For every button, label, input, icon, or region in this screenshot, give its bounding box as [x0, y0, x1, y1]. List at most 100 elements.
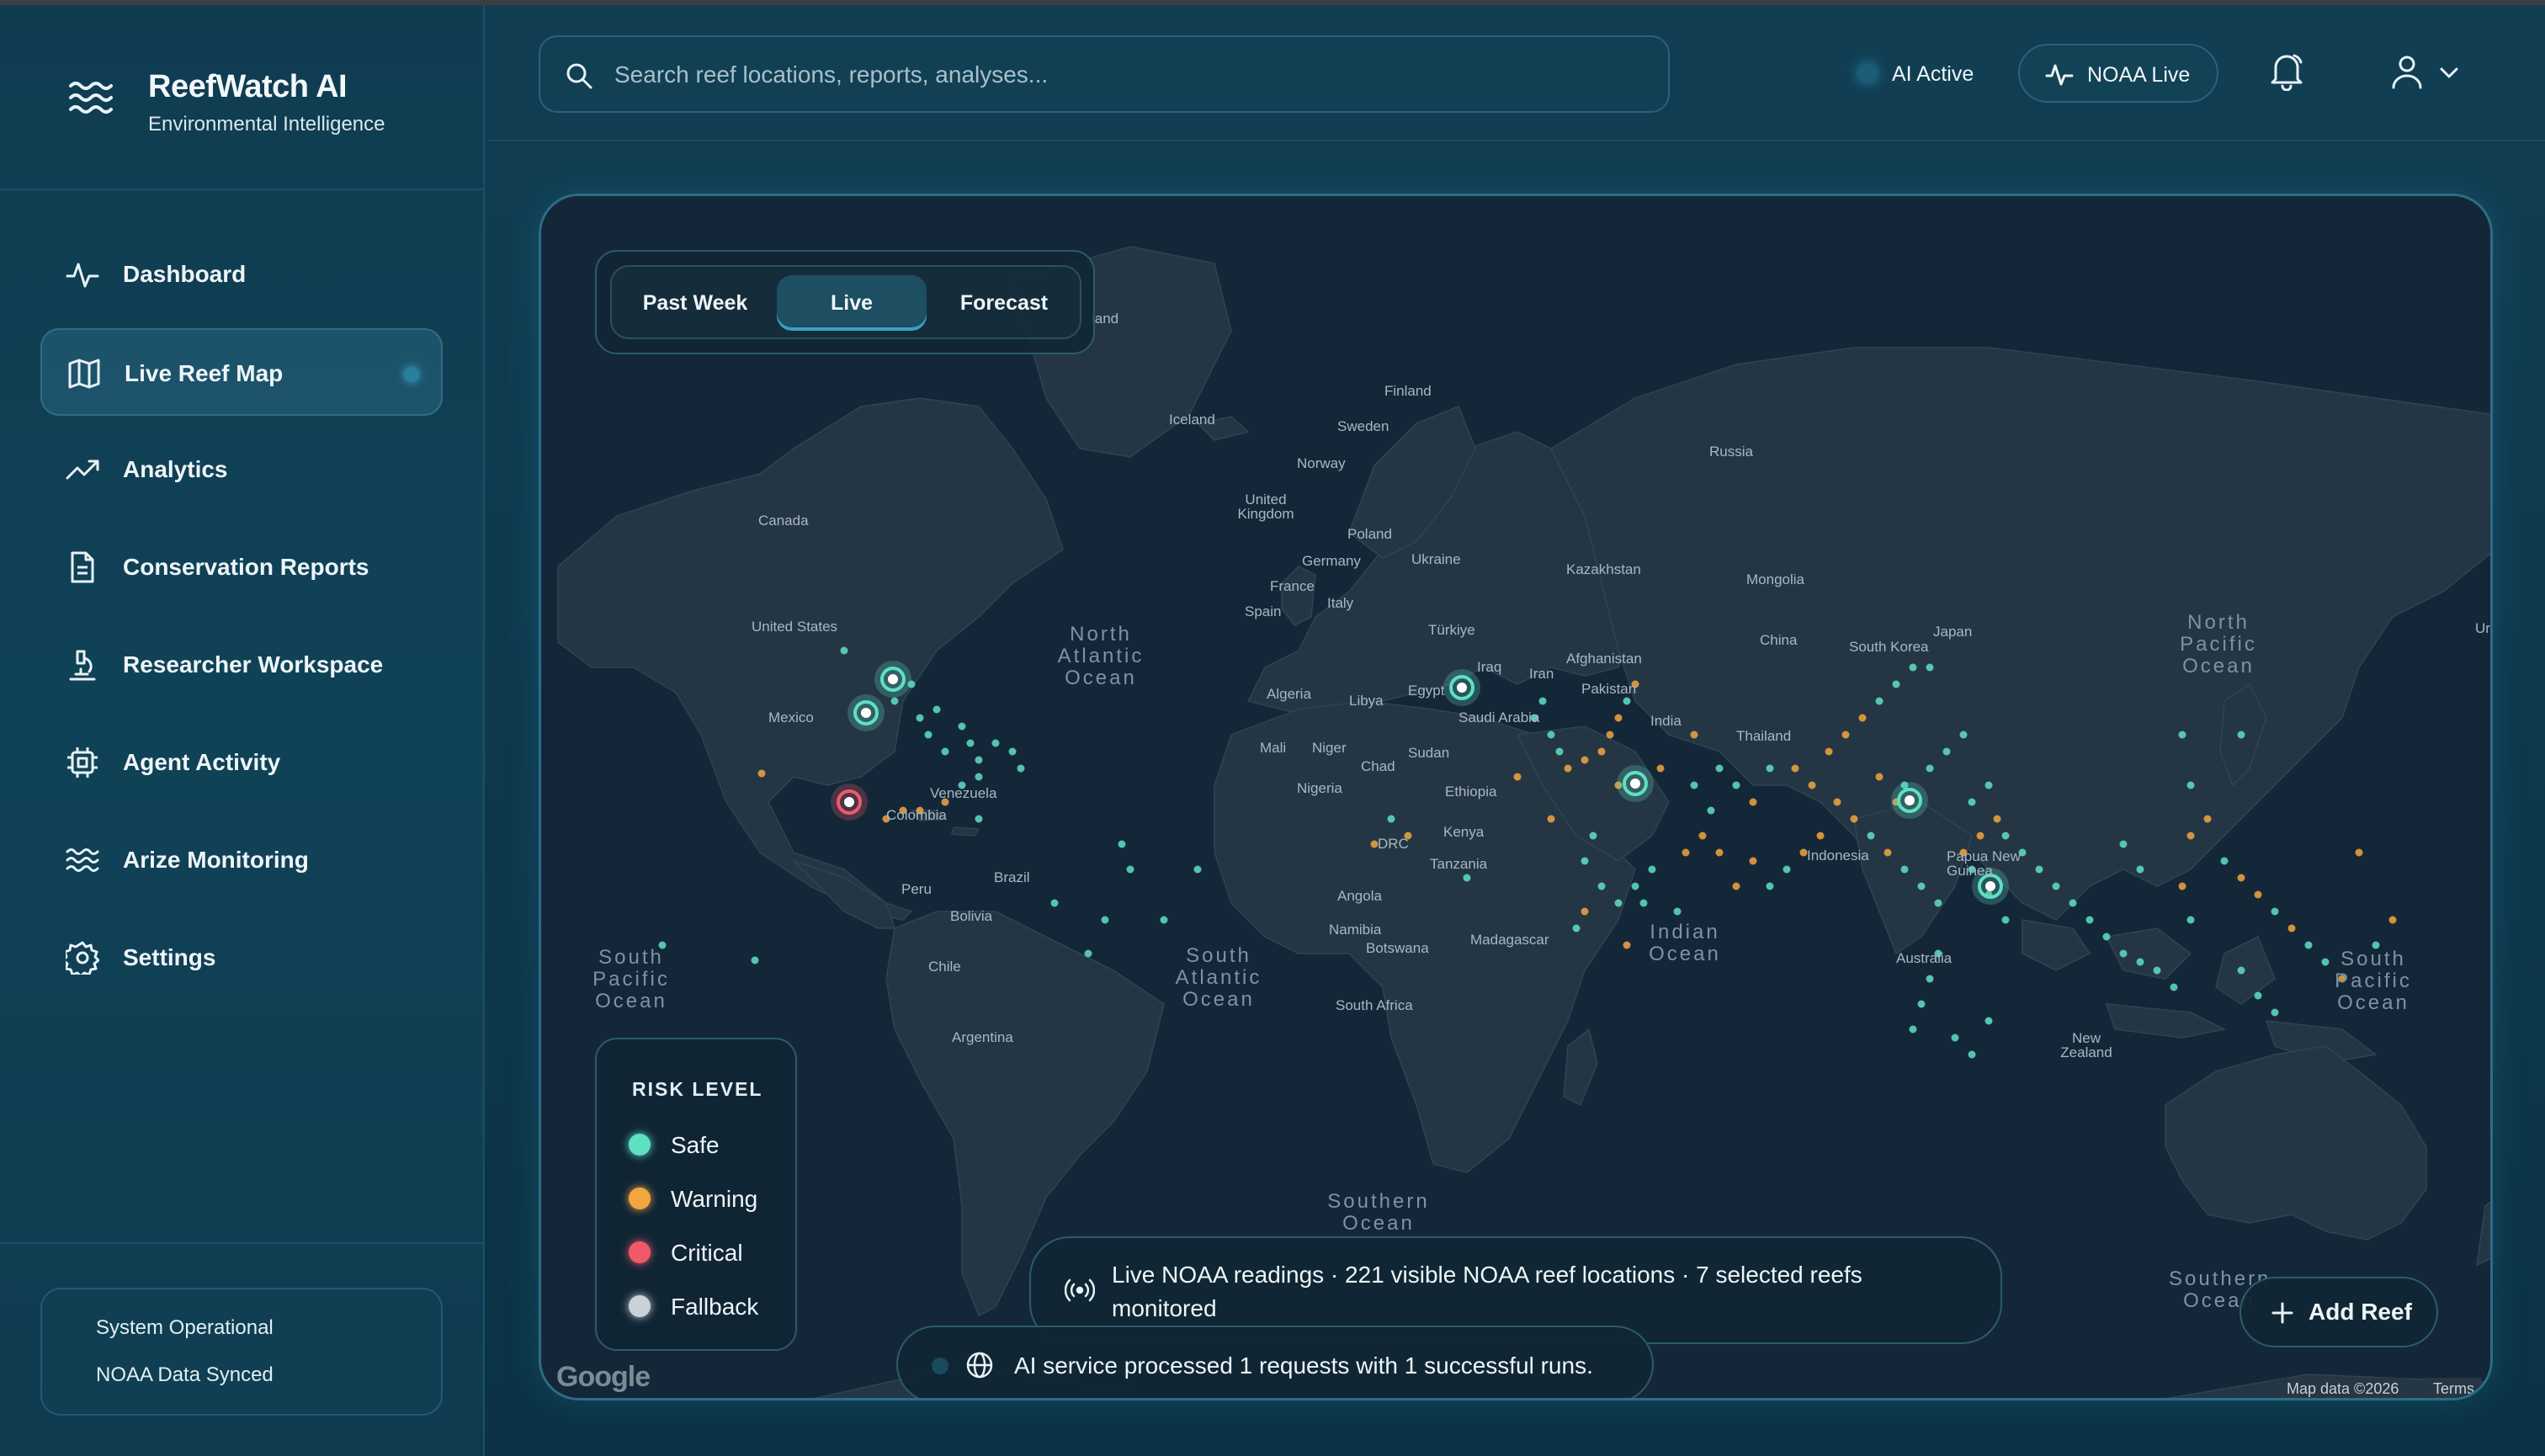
reef-marker-safe[interactable]: [2254, 991, 2262, 1000]
reef-marker-safe[interactable]: [1766, 882, 1774, 890]
reef-marker-safe[interactable]: [916, 714, 924, 722]
sidebar-item-agent-activity[interactable]: Agent Activity: [40, 719, 443, 806]
reef-marker-warning[interactable]: [2388, 916, 2397, 924]
reef-marker-safe[interactable]: [1387, 815, 1395, 823]
reef-marker-safe[interactable]: [2186, 781, 2195, 789]
reef-marker-safe[interactable]: [1126, 865, 1134, 874]
reef-marker-safe[interactable]: [1538, 697, 1547, 705]
tab-past-week[interactable]: Past Week: [620, 275, 770, 331]
reef-marker-safe[interactable]: [1926, 764, 1934, 773]
tab-live[interactable]: Live: [777, 275, 927, 331]
reef-marker-safe[interactable]: [1934, 899, 1942, 907]
reef-marker-safe[interactable]: [1589, 832, 1597, 840]
reef-marker-safe[interactable]: [1959, 731, 1968, 739]
reef-marker-safe[interactable]: [1867, 832, 1875, 840]
live-reef-map[interactable]: Finland Sweden Iceland Norway Russia Can…: [539, 194, 2493, 1400]
reef-marker-safe[interactable]: [751, 956, 759, 964]
reef-marker-warning[interactable]: [1564, 764, 1572, 773]
reef-marker-safe[interactable]: [1942, 747, 1951, 756]
reef-marker-safe[interactable]: [932, 705, 941, 714]
sidebar-item-researcher-workspace[interactable]: Researcher Workspace: [40, 621, 443, 709]
reef-marker-safe[interactable]: [1160, 916, 1168, 924]
reef-marker-safe[interactable]: [1050, 899, 1059, 907]
reef-marker-warning[interactable]: [1808, 781, 1816, 789]
sidebar-item-live-reef-map[interactable]: Live Reef Map: [40, 328, 443, 416]
reef-marker-safe[interactable]: [1984, 781, 1993, 789]
add-reef-button[interactable]: Add Reef: [2239, 1277, 2438, 1347]
reef-marker-warning[interactable]: [1749, 857, 1757, 865]
reef-marker-warning[interactable]: [2355, 848, 2363, 857]
reef-marker-warning[interactable]: [2178, 882, 2186, 890]
reef-marker-safe[interactable]: [941, 747, 949, 756]
reef-marker-warning[interactable]: [1656, 764, 1665, 773]
sidebar-item-settings[interactable]: Settings: [40, 914, 443, 1002]
tab-forecast[interactable]: Forecast: [933, 275, 1075, 331]
reef-marker-safe[interactable]: [2001, 916, 2010, 924]
reef-marker-safe[interactable]: [1690, 781, 1698, 789]
reef-marker-warning[interactable]: [1816, 832, 1825, 840]
reef-marker-warning[interactable]: [1715, 848, 1724, 857]
reef-marker-safe[interactable]: [1984, 1017, 1993, 1025]
reef-marker-safe[interactable]: [1614, 899, 1623, 907]
reef-marker-warning[interactable]: [1825, 747, 1833, 756]
reef-marker-warning[interactable]: [2287, 924, 2296, 933]
reef-marker-warning[interactable]: [1884, 848, 1892, 857]
reef-marker-safe[interactable]: [2237, 731, 2245, 739]
reef-marker-safe[interactable]: [1900, 865, 1909, 874]
reef-marker-warning[interactable]: [1547, 815, 1555, 823]
reef-marker-safe[interactable]: [1555, 747, 1564, 756]
reef-marker-warning[interactable]: [1597, 747, 1606, 756]
reef-marker-safe[interactable]: [2271, 907, 2279, 916]
reef-marker-safe[interactable]: [1909, 1025, 1917, 1034]
reef-marker-safe[interactable]: [924, 731, 932, 739]
reef-marker-warning[interactable]: [1682, 848, 1690, 857]
reef-marker-warning[interactable]: [1833, 798, 1841, 806]
reef-marker-safe[interactable]: [1547, 731, 1555, 739]
reef-marker-safe[interactable]: [1968, 1050, 1976, 1059]
reef-marker-safe[interactable]: [1732, 781, 1740, 789]
search-box[interactable]: [539, 35, 1670, 113]
search-input[interactable]: [614, 54, 1624, 96]
reef-marker-safe[interactable]: [1673, 907, 1682, 916]
reef-marker-safe[interactable]: [1639, 899, 1648, 907]
reef-marker-safe[interactable]: [1008, 747, 1017, 756]
reef-marker-safe[interactable]: [1648, 865, 1656, 874]
reef-marker-warning[interactable]: [2186, 832, 2195, 840]
map-terms-link[interactable]: Terms: [2426, 1378, 2481, 1398]
reef-marker-warning[interactable]: [1875, 773, 1884, 781]
reef-marker-safe[interactable]: [2069, 899, 2077, 907]
reef-marker-warning[interactable]: [1606, 731, 1614, 739]
reef-marker-warning[interactable]: [1581, 756, 1589, 764]
reef-marker-safe[interactable]: [1017, 764, 1025, 773]
reef-marker-safe[interactable]: [2237, 966, 2245, 975]
reef-marker-warning[interactable]: [1614, 714, 1623, 722]
reef-marker-safe[interactable]: [2170, 983, 2178, 991]
reef-marker-safe[interactable]: [2186, 916, 2195, 924]
reef-marker-safe[interactable]: [1623, 697, 1631, 705]
chevron-down-icon[interactable]: [2439, 64, 2459, 81]
reef-marker-safe[interactable]: [991, 739, 1000, 747]
reef-marker-safe[interactable]: [1951, 1034, 1959, 1042]
reef-marker-safe[interactable]: [975, 773, 983, 781]
reef-marker-safe[interactable]: [1631, 882, 1639, 890]
reef-marker-safe[interactable]: [975, 756, 983, 764]
reef-marker-safe[interactable]: [1463, 874, 1471, 882]
reef-marker-safe[interactable]: [2153, 966, 2161, 975]
reef-marker-warning[interactable]: [1698, 832, 1707, 840]
reef-marker-safe[interactable]: [1766, 764, 1774, 773]
reef-marker-safe[interactable]: [890, 697, 899, 705]
reef-marker-safe[interactable]: [1875, 697, 1884, 705]
reef-marker-safe[interactable]: [1926, 663, 1934, 672]
reef-marker-safe[interactable]: [966, 739, 975, 747]
reef-marker-safe[interactable]: [840, 646, 848, 655]
notification-bell-icon[interactable]: [2269, 52, 2304, 91]
reef-marker-warning[interactable]: [2237, 874, 2245, 882]
reef-marker-safe[interactable]: [2178, 731, 2186, 739]
reef-marker-safe[interactable]: [1892, 680, 1900, 688]
reef-marker-safe[interactable]: [1597, 882, 1606, 890]
sidebar-item-dashboard[interactable]: Dashboard: [40, 231, 443, 318]
reef-marker-warning[interactable]: [1841, 731, 1850, 739]
reef-marker-warning[interactable]: [1513, 773, 1522, 781]
reef-marker-safe[interactable]: [1581, 857, 1589, 865]
reef-marker-safe[interactable]: [1193, 865, 1202, 874]
